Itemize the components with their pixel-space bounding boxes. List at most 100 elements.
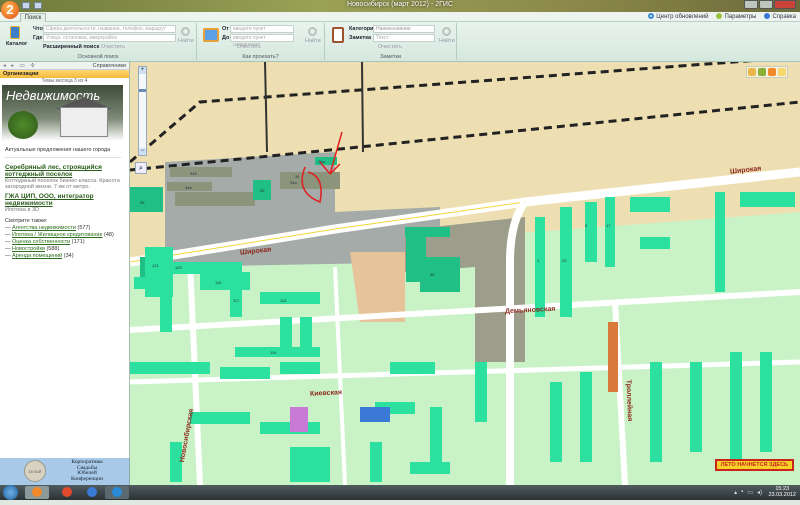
group-label: Заметки xyxy=(379,54,402,60)
clear-notes-button[interactable]: Очистить xyxy=(378,44,402,50)
nav-arrows-icon[interactable]: ◂ ▸ ▭ ✣ xyxy=(3,63,37,69)
svg-text:34в: 34в xyxy=(185,185,192,190)
org-link[interactable]: Серебряный лес, строящийся коттеджный по… xyxy=(5,164,121,178)
camera-icon[interactable] xyxy=(768,68,776,76)
taskbar-browser[interactable] xyxy=(55,486,79,499)
what-input[interactable]: Сфера деятельности, название, телефон, м… xyxy=(43,25,176,33)
start-button[interactable] xyxy=(3,485,18,500)
globe-icon xyxy=(112,487,122,497)
svg-text:26: 26 xyxy=(260,188,265,193)
zoom-select-icon[interactable]: ⌕ xyxy=(135,162,147,174)
catalog-icon[interactable] xyxy=(10,26,20,39)
main-search-group: Каталог Что Сфера деятельности, название… xyxy=(0,23,197,60)
org-desc: Ипотека в 3D xyxy=(5,207,39,213)
settings-icon xyxy=(716,13,723,19)
notes-group: Категория Наименование Заметка Текст Очи… xyxy=(325,23,457,60)
clock[interactable]: 15:23 23.03.2012 xyxy=(768,486,796,498)
svg-text:115: 115 xyxy=(215,280,222,285)
note-input[interactable]: Текст xyxy=(373,34,435,42)
browser-icon xyxy=(62,487,72,497)
where-input[interactable]: Улица, остановка, микрорайон xyxy=(43,34,176,42)
svg-text:23: 23 xyxy=(562,258,567,263)
org-item: Серебряный лес, строящийся коттеджный по… xyxy=(5,164,121,190)
system-tray[interactable]: ▴ ▪ ▭ ◂) xyxy=(734,489,762,496)
promo-banner[interactable]: ЛЕТО НАЧНЕТСЯ ЗДЕСЬ xyxy=(714,459,794,471)
clear-search-button[interactable]: Очистить xyxy=(101,44,125,50)
zoom-slider[interactable]: + − xyxy=(138,66,147,156)
catalog-button[interactable]: Каталог xyxy=(6,41,27,47)
svg-text:34а: 34а xyxy=(290,180,297,185)
group-label: Как проехать? xyxy=(242,54,279,60)
to-input[interactable]: введите пункт назначения xyxy=(230,34,294,48)
house-image xyxy=(60,107,108,137)
from-label: От xyxy=(222,26,229,32)
ribbon-tabs: Поиск Центр обновлений Параметры Справка xyxy=(0,12,800,23)
help-link[interactable]: Справка xyxy=(764,13,796,20)
svg-text:119: 119 xyxy=(270,350,277,355)
minimize-button[interactable] xyxy=(744,0,758,9)
see-also-link[interactable]: Оценка собственности xyxy=(12,239,70,245)
language-icon: ▪ xyxy=(741,489,744,495)
seal-logo: БЕЛЫЙ ЗАЛ xyxy=(24,460,46,496)
zoom-handle[interactable] xyxy=(139,89,146,92)
list-item: — Агентства недвижимости (577) xyxy=(5,225,91,231)
from-input[interactable]: введите пункт отправления xyxy=(230,25,294,39)
see-also-link[interactable]: Новостройки xyxy=(12,246,45,252)
org-link[interactable]: ГЖА ЦИП, ООО, интегратор недвижимости xyxy=(5,193,121,207)
svg-text:36: 36 xyxy=(430,272,435,277)
svg-text:117: 117 xyxy=(233,298,240,303)
taskbar-app[interactable] xyxy=(105,486,129,499)
svg-text:34б: 34б xyxy=(190,171,197,176)
find-note-button[interactable]: Найти xyxy=(439,27,455,49)
ribbon: Каталог Что Сфера деятельности, название… xyxy=(0,22,800,62)
group-label: Основной поиск xyxy=(77,54,119,60)
directories-dropdown[interactable]: Справочники xyxy=(93,63,126,69)
svg-text:125: 125 xyxy=(175,265,182,270)
settings-link[interactable]: Параметры xyxy=(716,13,756,20)
svg-text:38: 38 xyxy=(140,200,145,205)
find-route-button[interactable]: Найти xyxy=(305,27,321,49)
svg-text:26а: 26а xyxy=(318,159,325,164)
route-group: От введите пункт отправления До введите … xyxy=(197,23,325,60)
taskbar-app[interactable] xyxy=(80,486,104,499)
to-label: До xyxy=(222,35,230,41)
route-icon xyxy=(203,28,219,42)
app-logo[interactable]: 2 xyxy=(1,1,19,19)
map-layers xyxy=(746,66,788,78)
hand-icon[interactable] xyxy=(778,68,786,76)
map[interactable]: 34 34а 34б 34в 36 26а 26 38 115 113 121 … xyxy=(130,62,800,485)
ad-banner[interactable]: БЕЛЫЙ ЗАЛ КорпоративыСвадьбыЮбилейКонфер… xyxy=(0,458,130,496)
title-bar: 2 Новосибирск (март 2012) - 2ГИС xyxy=(0,0,800,19)
category-select[interactable]: Наименование xyxy=(373,25,435,33)
maximize-button[interactable] xyxy=(759,0,773,9)
media-icon xyxy=(87,487,97,497)
find-button[interactable]: Найти xyxy=(178,27,194,49)
list-item: — Ипотека / Жилищное кредитование (48) xyxy=(5,232,114,238)
see-also-link[interactable]: Аренда помещений xyxy=(12,253,62,259)
list-item: — Аренда помещений (34) xyxy=(5,253,74,259)
map-canvas: 34 34а 34б 34в 36 26а 26 38 115 113 121 … xyxy=(130,62,800,485)
clear-route-button[interactable]: Очистить xyxy=(237,44,261,50)
window-title: Новосибирск (март 2012) - 2ГИС xyxy=(346,1,454,8)
organizations-header[interactable]: Организации xyxy=(0,70,129,78)
updates-link[interactable]: Центр обновлений xyxy=(648,13,708,20)
see-also-title: Смотрите также: xyxy=(5,218,48,224)
volume-icon: ◂) xyxy=(756,490,762,496)
refresh-icon xyxy=(648,13,655,19)
globe-icon[interactable] xyxy=(758,68,766,76)
note-label: Заметка xyxy=(349,35,372,41)
zoom-in-button[interactable]: + xyxy=(139,67,146,74)
org-item: ГЖА ЦИП, ООО, интегратор недвижимости Ипо… xyxy=(5,193,121,213)
ruler-icon[interactable] xyxy=(748,68,756,76)
subtitle: Актуальные предложения нашего города xyxy=(5,147,121,158)
realestate-banner[interactable]: Недвижимость xyxy=(2,85,123,141)
themes-pager[interactable]: Темы месяца 3 из 4 xyxy=(0,78,129,85)
taskbar-2gis[interactable] xyxy=(25,486,49,499)
where-label: Где xyxy=(33,35,43,41)
zoom-out-button[interactable]: − xyxy=(139,148,146,155)
advanced-search-button[interactable]: Расширенный поиск xyxy=(43,44,99,50)
org-desc: Коттеджный поселок бизнес-класса. Красот… xyxy=(5,178,120,190)
see-also-link[interactable]: Ипотека / Жилищное кредитование xyxy=(12,232,102,238)
close-button[interactable] xyxy=(774,0,796,9)
see-also-link[interactable]: Агентства недвижимости xyxy=(12,225,76,231)
